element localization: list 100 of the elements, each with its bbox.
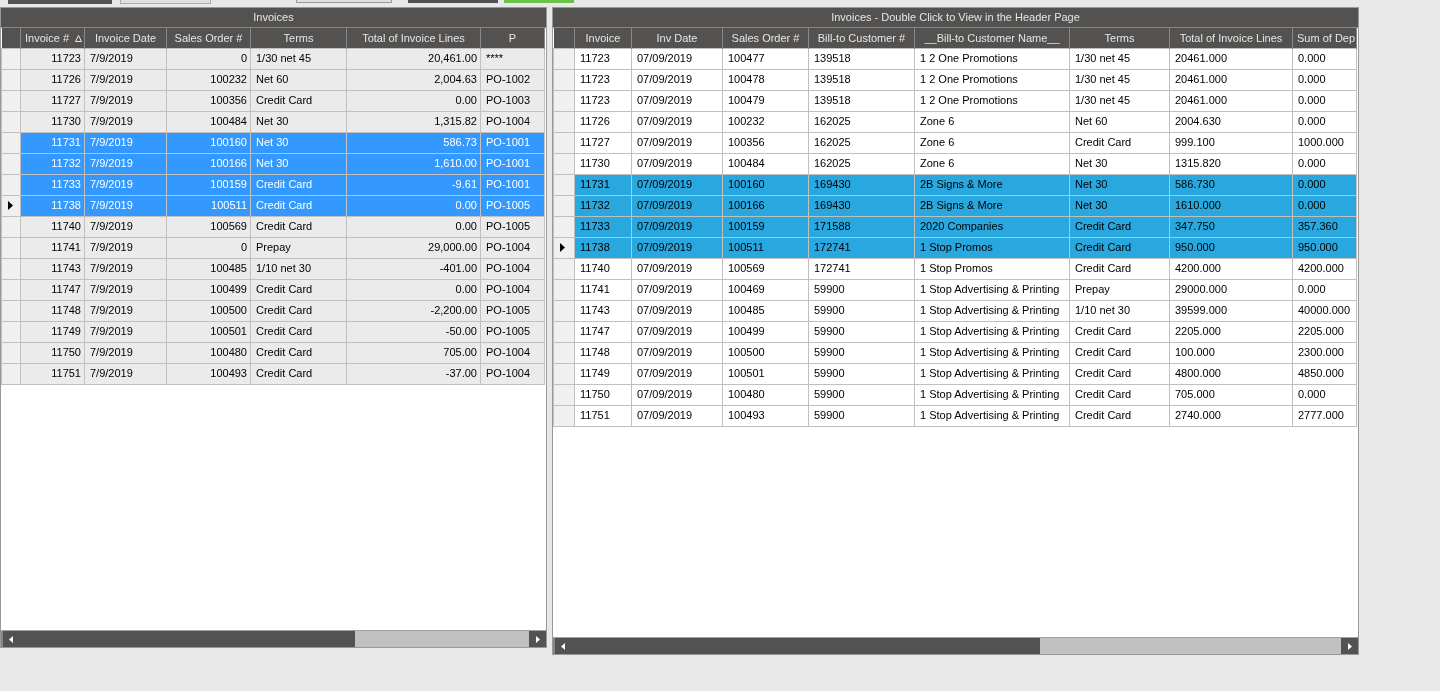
table-row[interactable]: 11751 7/9/2019 100493 Credit Card -37.00 PO-1004 xyxy=(1,363,545,384)
column-header[interactable]: Bill-to Customer # xyxy=(808,28,915,48)
table-cell: 162025 xyxy=(808,132,915,153)
toolbar-button[interactable] xyxy=(8,0,112,4)
table-row[interactable]: 11750 7/9/2019 100480 Credit Card 705.00 PO-1004 xyxy=(1,342,545,363)
toolbar-button[interactable] xyxy=(296,0,392,3)
table-cell: 0.000 xyxy=(1292,195,1357,216)
table-cell: 100569 xyxy=(166,216,251,237)
table-row[interactable]: 11743 07/09/2019 100485 59900 1 Stop Advertising & Printing 1/10 net 30 39599.000 40000.000 xyxy=(553,300,1357,321)
scroll-left-button[interactable] xyxy=(1,631,18,647)
table-cell: 100160 xyxy=(166,132,251,153)
table-cell: 0.000 xyxy=(1292,153,1357,174)
table-cell: PO-1004 xyxy=(480,258,545,279)
table-cell: 2205.000 xyxy=(1292,321,1357,342)
table-row[interactable]: 11726 7/9/2019 100232 Net 60 2,004.63 PO-1002 xyxy=(1,69,545,90)
table-cell: Credit Card xyxy=(250,300,347,321)
left-arrow-icon xyxy=(560,642,565,650)
row-selector[interactable] xyxy=(553,237,575,258)
table-row[interactable]: 11748 7/9/2019 100500 Credit Card -2,200.00 PO-1005 xyxy=(1,300,545,321)
table-row[interactable]: 11723 07/09/2019 100478 139518 1 2 One Promotions 1/30 net 45 20461.000 0.000 xyxy=(553,69,1357,90)
table-cell: 11723 xyxy=(574,48,632,69)
table-cell: 11730 xyxy=(574,153,632,174)
table-cell: 0 xyxy=(166,48,251,69)
scrollbar-thumb[interactable] xyxy=(18,631,356,647)
table-row[interactable]: 11741 7/9/2019 0 Prepay 29,000.00 PO-1004 xyxy=(1,237,545,258)
table-cell: 162025 xyxy=(808,153,915,174)
row-selector[interactable] xyxy=(1,195,21,216)
column-header[interactable]: Invoice # xyxy=(20,28,85,48)
table-cell: 100.000 xyxy=(1169,342,1293,363)
column-header[interactable]: Invoice Date xyxy=(84,28,167,48)
table-row[interactable]: 11748 07/09/2019 100500 59900 1 Stop Advertising & Printing Credit Card 100.000 2300.000 xyxy=(553,342,1357,363)
column-header[interactable]: Sum of Dep xyxy=(1292,28,1357,48)
toolbar-button[interactable] xyxy=(408,0,498,3)
table-row[interactable]: 11749 7/9/2019 100501 Credit Card -50.00 PO-1005 xyxy=(1,321,545,342)
column-header[interactable]: P xyxy=(480,28,545,48)
table-row[interactable]: 11747 7/9/2019 100499 Credit Card 0.00 PO-1004 xyxy=(1,279,545,300)
sort-ascending-icon xyxy=(75,34,83,42)
table-row[interactable]: 11723 7/9/2019 0 1/30 net 45 20,461.00 **** xyxy=(1,48,545,69)
table-row[interactable]: 11750 07/09/2019 100480 59900 1 Stop Advertising & Printing Credit Card 705.000 0.000 xyxy=(553,384,1357,405)
scroll-right-button[interactable] xyxy=(1341,638,1358,654)
table-cell: 2740.000 xyxy=(1169,405,1293,426)
table-cell: 1/30 net 45 xyxy=(1069,48,1170,69)
column-header[interactable]: Inv Date xyxy=(631,28,723,48)
table-cell: 20461.000 xyxy=(1169,69,1293,90)
table-cell: 7/9/2019 xyxy=(84,300,167,321)
table-row[interactable]: 11727 07/09/2019 100356 162025 Zone 6 Credit Card 999.100 1000.000 xyxy=(553,132,1357,153)
table-row[interactable]: 11743 7/9/2019 100485 1/10 net 30 -401.00 PO-1004 xyxy=(1,258,545,279)
column-header[interactable]: __Bill-to Customer Name__ xyxy=(914,28,1070,48)
table-cell: 1 Stop Promos xyxy=(914,258,1070,279)
column-header[interactable]: Sales Order # xyxy=(166,28,251,48)
table-cell: Credit Card xyxy=(250,363,347,384)
table-row[interactable]: 11731 07/09/2019 100160 169430 2B Signs & More Net 30 586.730 0.000 xyxy=(553,174,1357,195)
left-arrow-icon xyxy=(8,635,13,643)
column-header[interactable]: Terms xyxy=(250,28,347,48)
table-cell: 7/9/2019 xyxy=(84,237,167,258)
table-row[interactable]: 11751 07/09/2019 100493 59900 1 Stop Advertising & Printing Credit Card 2740.000 2777.000 xyxy=(553,405,1357,426)
table-row[interactable]: 11733 07/09/2019 100159 171588 2020 Companies Credit Card 347.750 357.360 xyxy=(553,216,1357,237)
table-row[interactable]: 11732 07/09/2019 100166 169430 2B Signs & More Net 30 1610.000 0.000 xyxy=(553,195,1357,216)
toolbar-button[interactable] xyxy=(504,0,574,3)
table-cell: 11723 xyxy=(20,48,85,69)
table-cell: PO-1004 xyxy=(480,363,545,384)
table-cell: Credit Card xyxy=(1069,405,1170,426)
table-row[interactable]: 11740 07/09/2019 100569 172741 1 Stop Promos Credit Card 4200.000 4200.000 xyxy=(553,258,1357,279)
table-cell: 7/9/2019 xyxy=(84,90,167,111)
column-header[interactable]: Sales Order # xyxy=(722,28,809,48)
table-cell: 59900 xyxy=(808,384,915,405)
table-row[interactable]: 11723 07/09/2019 100477 139518 1 2 One Promotions 1/30 net 45 20461.000 0.000 xyxy=(553,48,1357,69)
table-row[interactable]: 11730 7/9/2019 100484 Net 30 1,315.82 PO-1004 xyxy=(1,111,545,132)
table-cell: 1 Stop Promos xyxy=(914,237,1070,258)
table-row[interactable]: 11723 07/09/2019 100479 139518 1 2 One Promotions 1/30 net 45 20461.000 0.000 xyxy=(553,90,1357,111)
table-row[interactable]: 11730 07/09/2019 100484 162025 Zone 6 Net 30 1315.820 0.000 xyxy=(553,153,1357,174)
table-cell: 586.730 xyxy=(1169,174,1293,195)
column-header[interactable]: Total of Invoice Lines xyxy=(1169,28,1293,48)
table-cell: 7/9/2019 xyxy=(84,69,167,90)
table-row[interactable]: 11727 7/9/2019 100356 Credit Card 0.00 PO-1003 xyxy=(1,90,545,111)
table-cell: 100493 xyxy=(722,405,809,426)
table-cell: 100484 xyxy=(166,111,251,132)
table-cell: 586.73 xyxy=(346,132,481,153)
table-cell: 1 Stop Advertising & Printing xyxy=(914,405,1070,426)
table-cell: Zone 6 xyxy=(914,132,1070,153)
table-cell: Credit Card xyxy=(250,174,347,195)
scrollbar-thumb[interactable] xyxy=(570,638,1041,654)
scroll-right-button[interactable] xyxy=(529,631,546,647)
table-row[interactable]: 11747 07/09/2019 100499 59900 1 Stop Advertising & Printing Credit Card 2205.000 2205.000 xyxy=(553,321,1357,342)
table-cell: 100356 xyxy=(722,132,809,153)
table-row[interactable]: 11740 7/9/2019 100569 Credit Card 0.00 PO-1005 xyxy=(1,216,545,237)
column-header[interactable]: Terms xyxy=(1069,28,1170,48)
table-cell: Net 30 xyxy=(250,132,347,153)
table-row[interactable]: 11726 07/09/2019 100232 162025 Zone 6 Net 60 2004.630 0.000 xyxy=(553,111,1357,132)
column-header[interactable]: Total of Invoice Lines xyxy=(346,28,481,48)
table-cell: -401.00 xyxy=(346,258,481,279)
column-header[interactable]: Invoice xyxy=(574,28,632,48)
scroll-left-button[interactable] xyxy=(553,638,570,654)
toolbar-button[interactable] xyxy=(120,0,211,4)
table-row[interactable]: 11738 07/09/2019 100511 172741 1 Stop Promos Credit Card 950.000 950.000 xyxy=(553,237,1357,258)
table-row[interactable]: 11741 07/09/2019 100469 59900 1 Stop Advertising & Printing Prepay 29000.000 0.000 xyxy=(553,279,1357,300)
table-row[interactable]: 11749 07/09/2019 100501 59900 1 Stop Advertising & Printing Credit Card 4800.000 4850.000 xyxy=(553,363,1357,384)
table-cell: 139518 xyxy=(808,90,915,111)
table-cell: 100501 xyxy=(722,363,809,384)
table-cell: 950.000 xyxy=(1292,237,1357,258)
